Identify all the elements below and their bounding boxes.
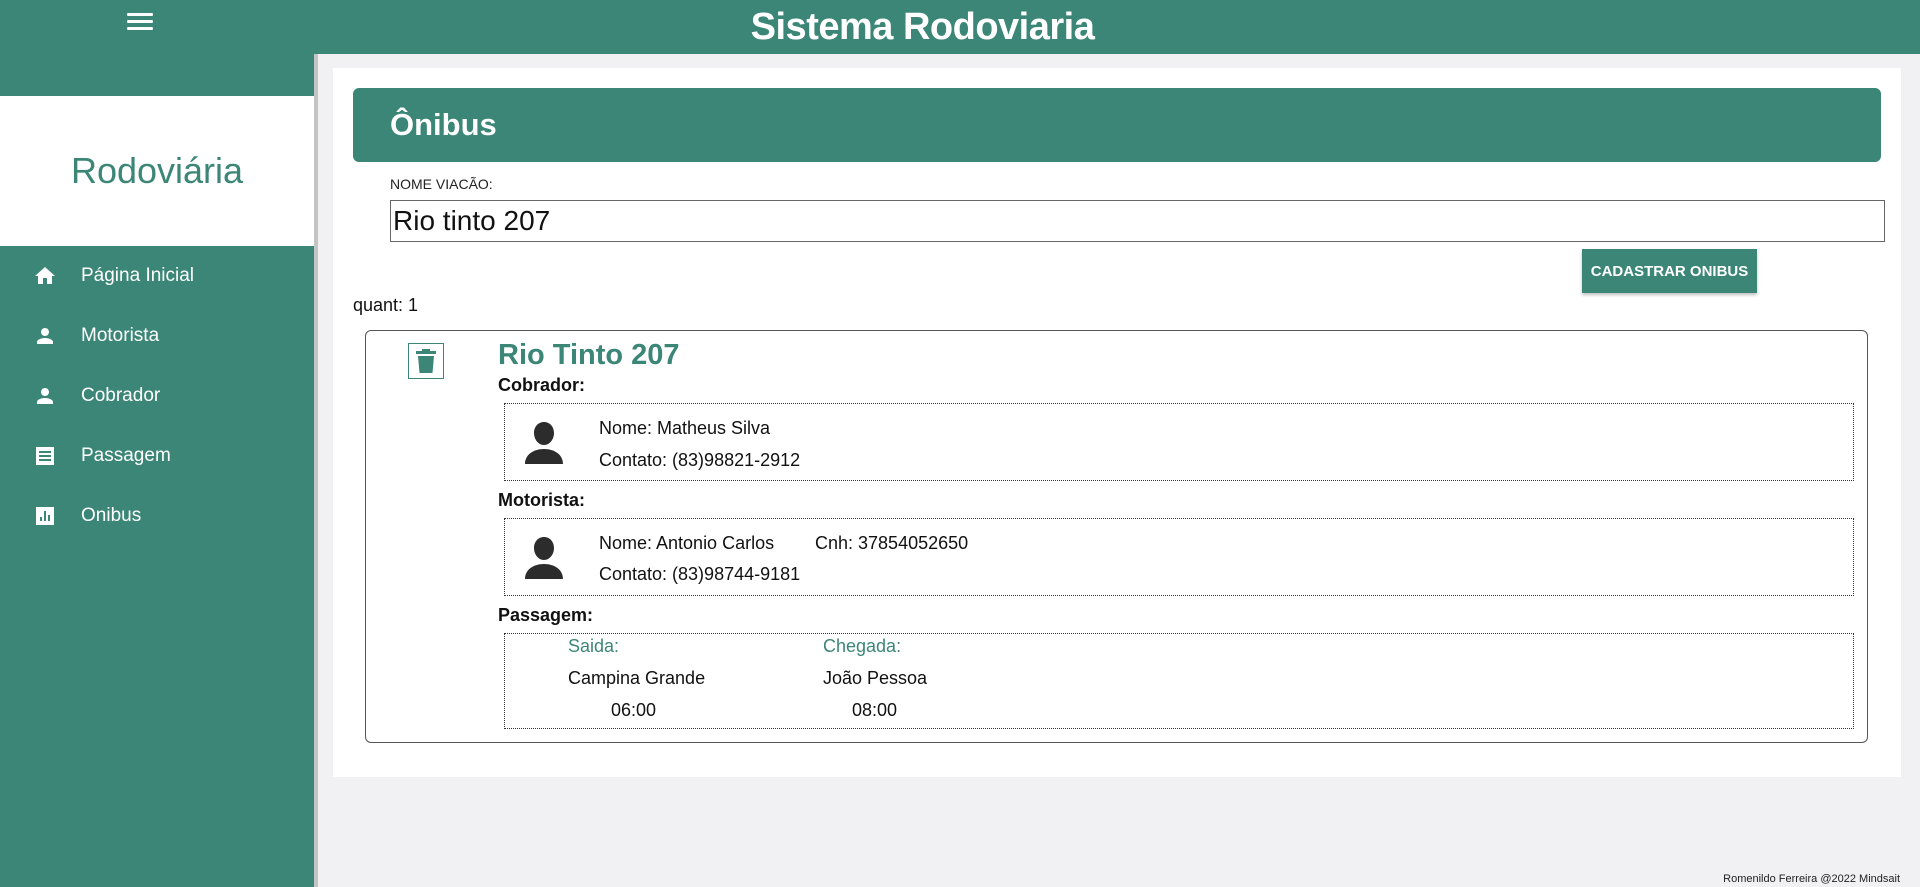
person-icon [33, 384, 57, 408]
cobrador-nome: Nome: Matheus Silva [599, 418, 771, 438]
chegada-label: Chegada: [823, 636, 902, 656]
brand-title: Rodoviária [70, 150, 244, 191]
nome-viacao-label: NOME VIACÃO: [390, 176, 493, 192]
cadastrar-onibus-button[interactable]: CADASTRAR ONIBUS [1582, 249, 1757, 293]
sidebar-item-onibus[interactable]: Onibus [0, 486, 314, 546]
bus-count: quant: 1 [353, 295, 419, 315]
sidebar-item-pagina-inicial[interactable]: Página Inicial [0, 246, 314, 306]
top-bar: Sistema Rodoviaria [0, 0, 1920, 54]
trash-icon [416, 349, 436, 373]
sidebar-item-motorista[interactable]: Motorista [0, 306, 314, 366]
cobrador-section-label: Cobrador: [498, 375, 585, 395]
bus-name: Rio Tinto 207 [498, 339, 680, 371]
chegada-city: João Pessoa [823, 668, 928, 688]
sidebar-item-passagem[interactable]: Passagem [0, 426, 314, 486]
sidebar-divider [314, 54, 318, 887]
passagem-box: Saida: Campina Grande 06:00 Chegada: Joã… [504, 633, 1854, 729]
app-title: Sistema Rodoviaria [750, 6, 1095, 48]
motorista-nome: Nome: Antonio Carlos [599, 533, 775, 553]
sidebar: Rodoviária Página Inicial Motorista Cobr… [0, 54, 314, 887]
brand-box: Rodoviária [0, 96, 314, 246]
motorista-contato: Contato: (83)98744-9181 [599, 564, 801, 584]
footer-credit: Romenildo Ferreira @2022 Mindsait [1723, 873, 1900, 885]
home-icon [33, 264, 57, 288]
sidebar-item-cobrador[interactable]: Cobrador [0, 366, 314, 426]
sidebar-item-label: Motorista [81, 325, 160, 346]
saida-label: Saida: [568, 636, 620, 656]
chegada-time: 08:00 [852, 700, 898, 720]
delete-button[interactable] [408, 343, 444, 379]
saida-city: Campina Grande [568, 668, 706, 688]
cobrador-contato: Contato: (83)98821-2912 [599, 450, 801, 470]
bar-chart-icon [33, 504, 57, 528]
sidebar-nav: Página Inicial Motorista Cobrador Passag… [0, 246, 314, 546]
sidebar-item-label: Página Inicial [81, 265, 195, 286]
passagem-section-label: Passagem: [498, 605, 594, 625]
nome-viacao-input[interactable] [390, 200, 1885, 242]
motorista-cnh: Cnh: 37854052650 [815, 533, 969, 553]
page-header: Ônibus [353, 88, 1881, 162]
avatar-icon [521, 420, 567, 466]
avatar-icon [521, 535, 567, 581]
saida-time: 06:00 [611, 700, 657, 720]
bus-card: Rio Tinto 207 Cobrador: Nome: Matheus Si… [365, 330, 1868, 743]
sidebar-item-label: Cobrador [81, 385, 161, 406]
cobrador-box: Nome: Matheus Silva Contato: (83)98821-2… [504, 403, 1854, 481]
motorista-box: Nome: Antonio Carlos Cnh: 37854052650 Co… [504, 518, 1854, 596]
motorista-section-label: Motorista: [498, 490, 585, 510]
sidebar-item-label: Onibus [81, 505, 142, 526]
receipt-icon [33, 444, 57, 468]
page-title: Ônibus [390, 107, 497, 142]
person-icon [33, 324, 57, 348]
sidebar-item-label: Passagem [81, 445, 171, 466]
